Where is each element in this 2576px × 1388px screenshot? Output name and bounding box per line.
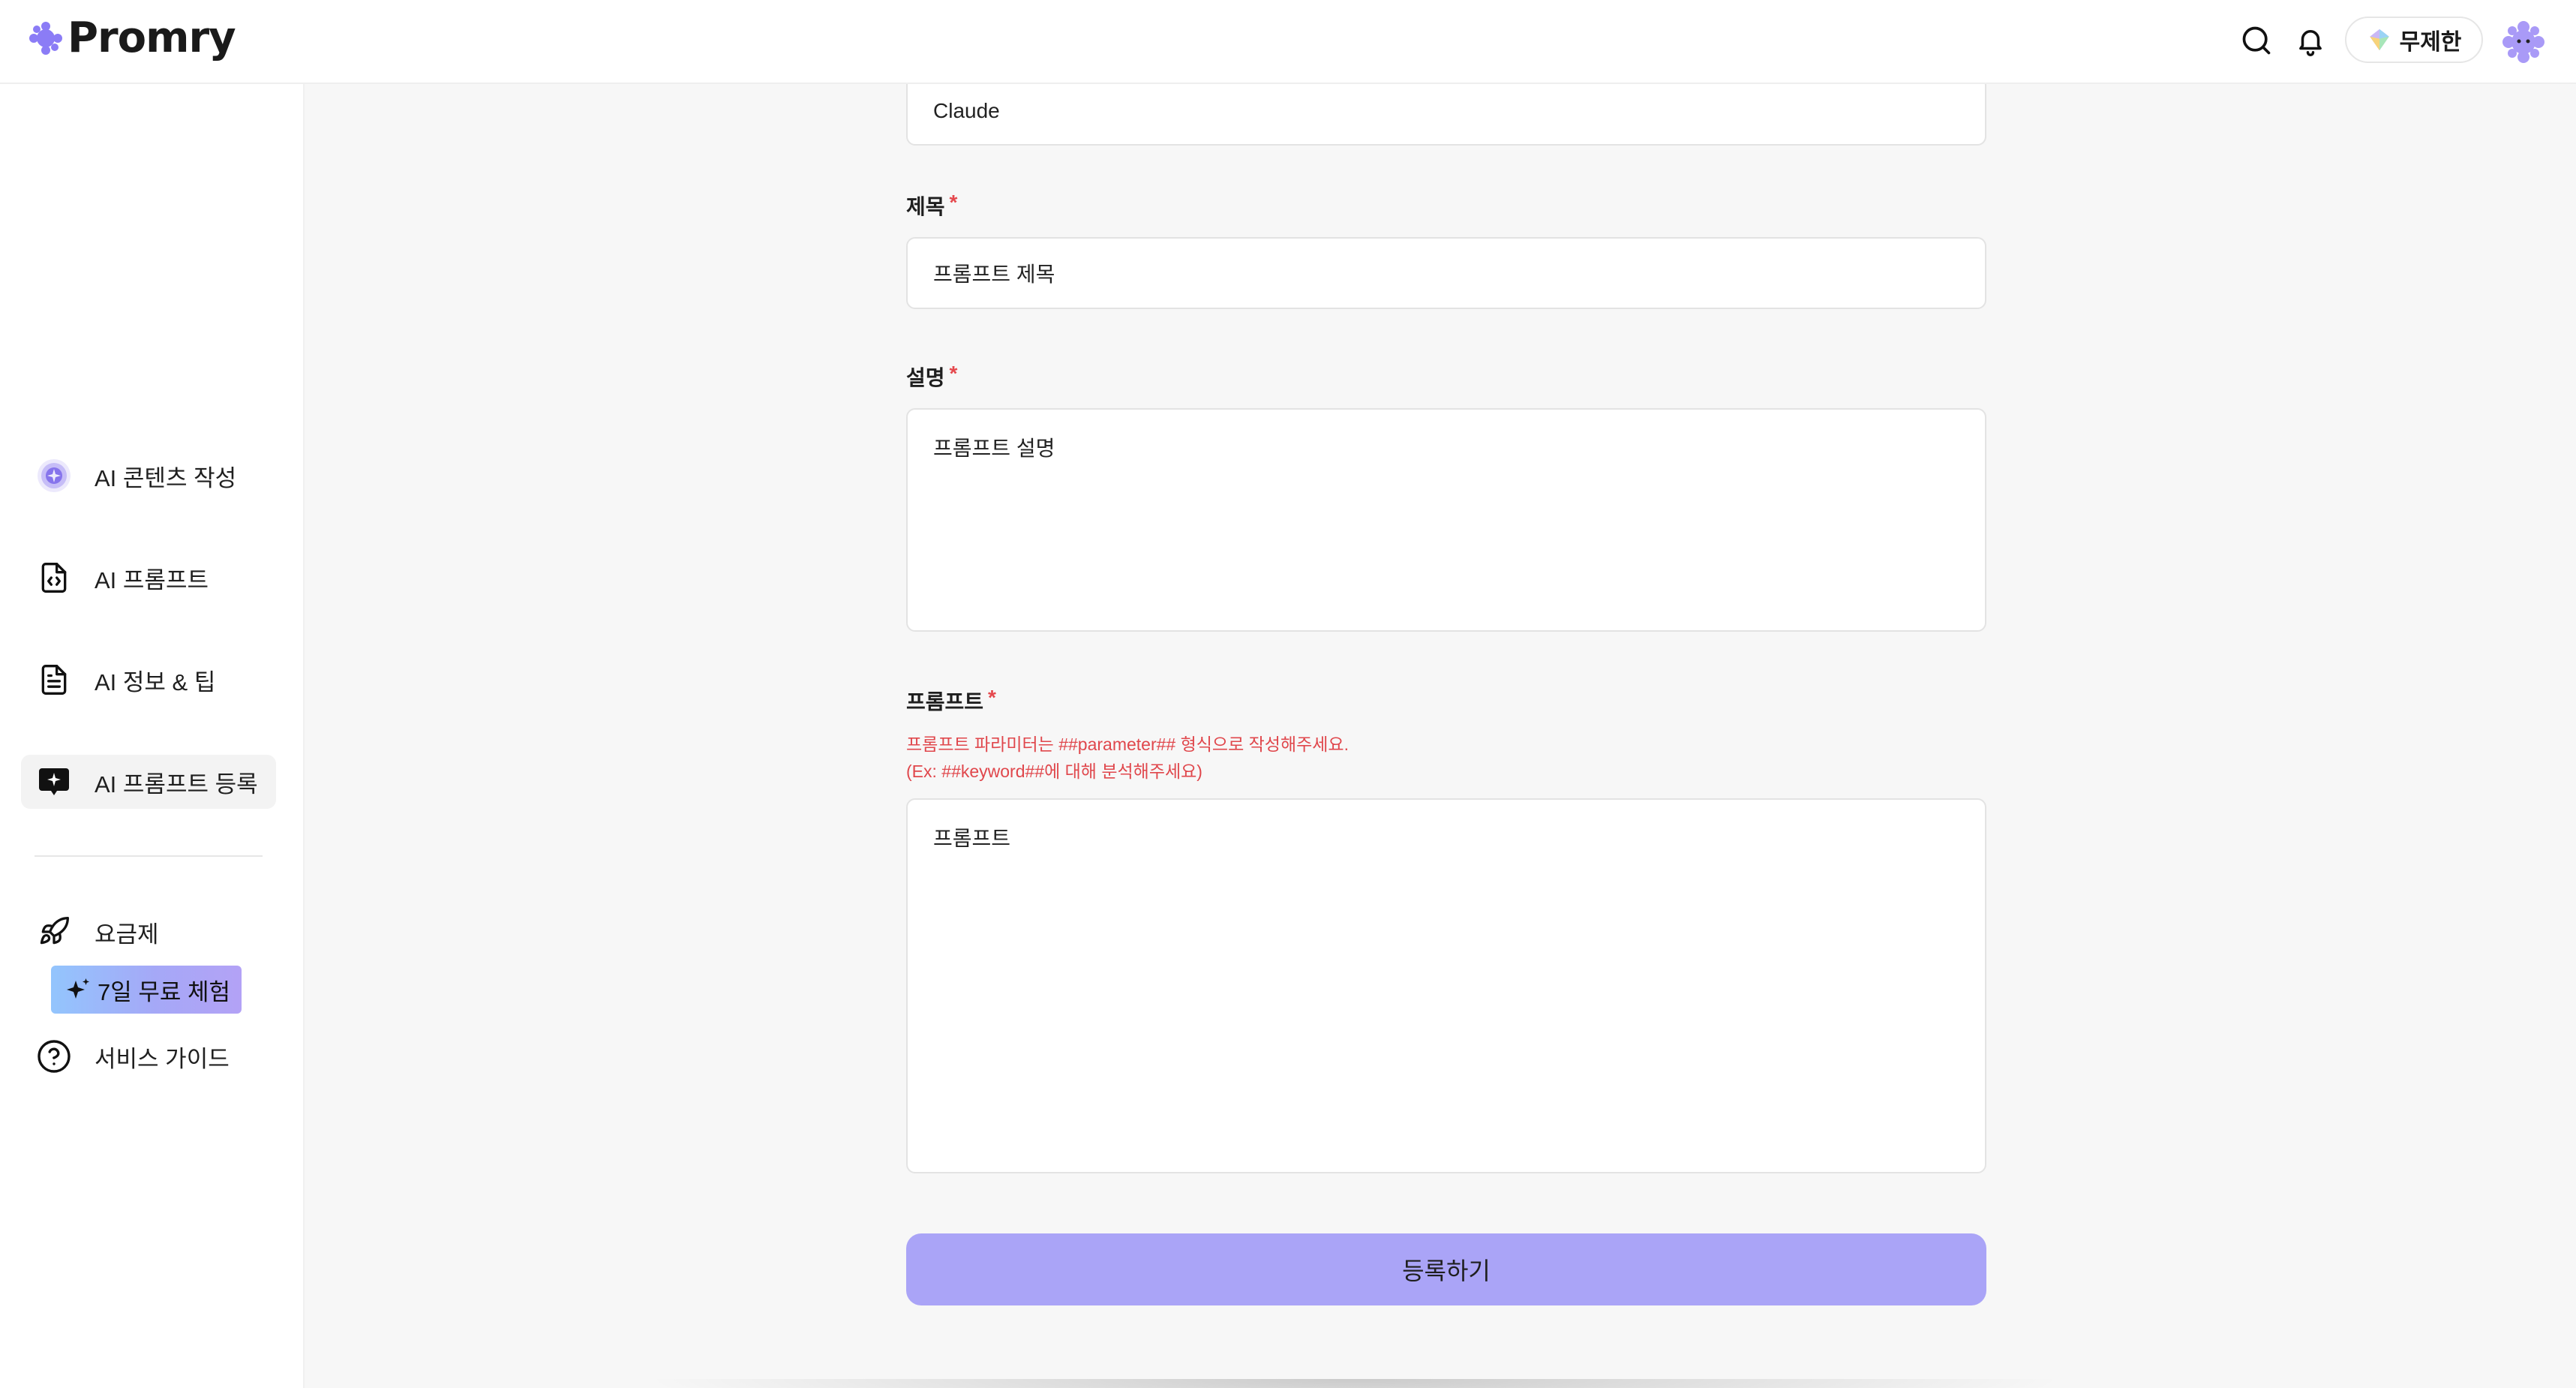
avatar[interactable] (2501, 20, 2546, 65)
sidebar-item-label: AI 콘텐츠 작성 (95, 464, 237, 491)
search-icon[interactable] (2237, 21, 2276, 60)
required-mark: * (988, 686, 996, 709)
logo-text: Promry (68, 14, 236, 62)
rocket-icon (35, 912, 74, 951)
required-mark: * (949, 362, 958, 385)
free-trial-label: 7일 무료 체험 (98, 978, 231, 1005)
model-select-value: Claude (933, 99, 1000, 122)
code-file-icon (35, 558, 74, 597)
description-textarea[interactable]: 프롬프트 설명 (906, 408, 1986, 632)
bell-icon[interactable] (2291, 21, 2330, 60)
submit-button[interactable]: 등록하기 (906, 1233, 1986, 1305)
sidebar-item-label: AI 프롬프트 등록 (95, 771, 258, 798)
title-input-placeholder: 프롬프트 제목 (933, 263, 1055, 286)
bottom-sheet-shadow (642, 1379, 2067, 1388)
free-trial-badge[interactable]: 7일 무료 체험 (51, 966, 242, 1014)
sidebar: AI 콘텐츠 작성 AI 프롬프트 AI 정보 & 팁 AI 프롬프트 등록 요… (0, 84, 305, 1388)
prompt-label-text: 프롬프트 (906, 690, 984, 714)
sidebar-item-label: 서비스 가이드 (95, 1045, 230, 1072)
document-icon (35, 660, 74, 699)
main-content: Claude 제목 * 프롬프트 제목 설명 * 프롬프트 설명 프롬프트 * … (305, 84, 2576, 1388)
prompt-textarea[interactable]: 프롬프트 (906, 798, 1986, 1173)
plan-label: 무제한 (2399, 30, 2462, 55)
add-chat-icon (35, 762, 74, 801)
prompt-hint-line: (Ex: ##keyword##에 대해 분석해주세요) (906, 762, 1202, 781)
model-select-field[interactable]: Claude (906, 84, 1986, 146)
logo[interactable]: Promry (27, 14, 236, 62)
description-textarea-placeholder: 프롬프트 설명 (933, 437, 1055, 460)
sidebar-item-ai-info-tips[interactable]: AI 정보 & 팁 (21, 653, 276, 707)
description-field-label: 설명 * (906, 362, 957, 392)
sparkles-icon (67, 978, 89, 999)
title-input[interactable]: 프롬프트 제목 (906, 237, 1986, 309)
prompt-hint: 프롬프트 파라미터는 ##parameter## 형식으로 작성해주세요. (E… (906, 731, 1349, 785)
prompt-textarea-placeholder: 프롬프트 (933, 827, 1011, 850)
logo-puzzle-icon (29, 21, 62, 55)
sidebar-item-label: 요금제 (95, 921, 159, 948)
title-field-label: 제목 * (906, 191, 957, 221)
description-label-text: 설명 (906, 366, 945, 389)
prompt-field-label: 프롬프트 * (906, 686, 996, 716)
sidebar-item-pricing[interactable]: 요금제 (21, 905, 276, 959)
sidebar-item-label: AI 정보 & 팁 (95, 668, 216, 696)
prompt-hint-line: 프롬프트 파라미터는 ##parameter## 형식으로 작성해주세요. (906, 735, 1349, 754)
sidebar-item-service-guide[interactable]: 서비스 가이드 (21, 1029, 276, 1083)
sidebar-item-register-prompt[interactable]: AI 프롬프트 등록 (21, 755, 276, 809)
required-mark: * (949, 191, 958, 214)
sidebar-item-ai-prompt[interactable]: AI 프롬프트 (21, 551, 276, 605)
sidebar-item-label: AI 프롬프트 (95, 566, 209, 593)
plan-badge-button[interactable]: 무제한 (2345, 17, 2483, 63)
sidebar-divider (35, 855, 263, 857)
gem-icon (2369, 29, 2389, 51)
help-circle-icon (35, 1037, 74, 1076)
sparkle-circle-icon (35, 456, 74, 495)
sidebar-item-ai-content[interactable]: AI 콘텐츠 작성 (21, 449, 276, 503)
title-label-text: 제목 (906, 195, 945, 218)
top-header: Promry 무제한 (0, 0, 2576, 84)
